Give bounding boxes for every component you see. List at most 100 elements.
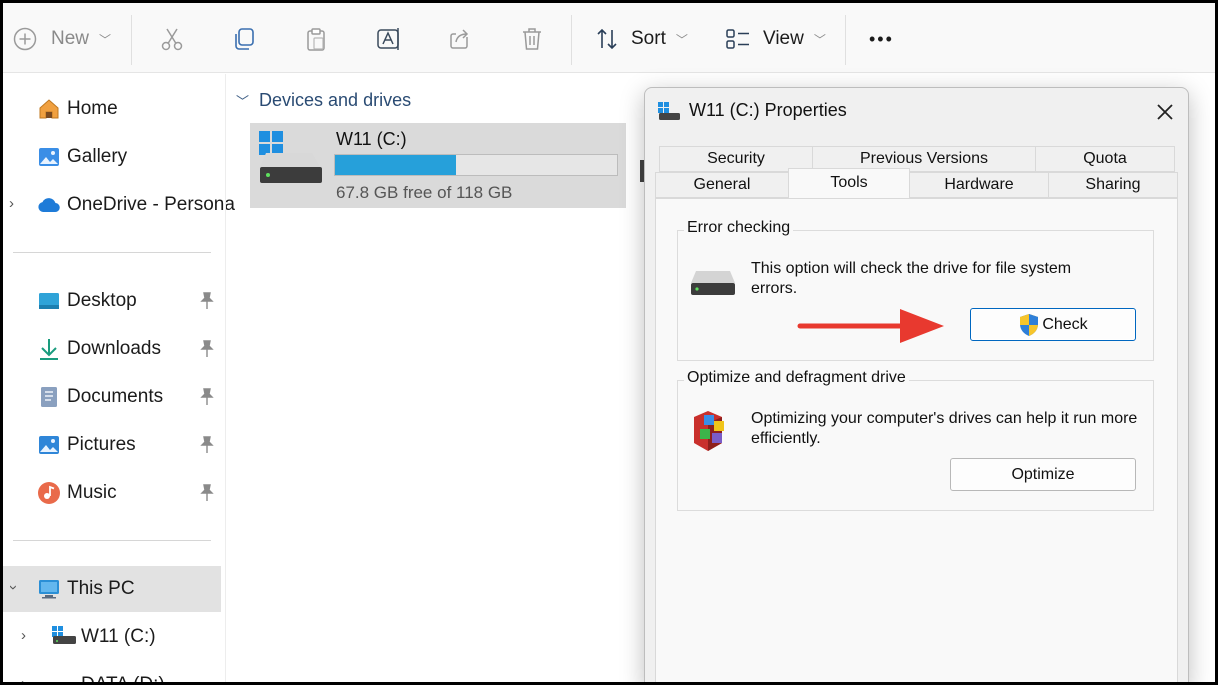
pin-icon[interactable] <box>199 388 215 406</box>
nav-label: Pictures <box>67 434 136 455</box>
optimize-description: Optimizing your computer's drives can he… <box>751 410 1138 447</box>
nav-label: W11 (C:) <box>81 626 156 647</box>
navigation-pane: Home Gallery › OneDrive - Persona Deskto… <box>3 74 235 682</box>
nav-item-music[interactable]: Music <box>3 470 221 516</box>
chevron-right-icon[interactable]: › <box>9 195 14 212</box>
new-label: New <box>51 28 90 49</box>
drive-tile-w11[interactable]: W11 (C:) 67.8 GB free of 118 GB <box>250 123 626 208</box>
scissors-icon <box>161 28 183 51</box>
command-bar: New ﹀ Sort ﹀ View ﹀ ••• <box>3 3 1215 73</box>
document-icon <box>41 387 57 407</box>
chevron-down-icon[interactable]: › <box>5 585 22 590</box>
optimize-group: Optimize and defragment drive Optimizing… <box>677 369 1154 511</box>
tools-tab-panel: Error checking This option will check th… <box>655 198 1178 682</box>
nav-item-onedrive[interactable]: › OneDrive - Persona <box>3 182 235 228</box>
download-arrow-icon <box>40 339 58 360</box>
error-checking-title: Error checking <box>684 219 794 237</box>
chevron-down-icon: ﹀ <box>675 32 688 47</box>
music-icon <box>38 482 60 504</box>
chevron-down-icon: ﹀ <box>236 94 250 109</box>
rename-icon <box>377 28 399 50</box>
error-checking-description: This option will check the drive for fil… <box>751 260 1072 297</box>
drive-name: W11 (C:) <box>336 129 407 149</box>
optimize-title: Optimize and defragment drive <box>684 369 909 387</box>
copy-button[interactable] <box>231 21 257 57</box>
tab-general[interactable]: General <box>655 172 789 198</box>
nav-label: Downloads <box>67 338 161 359</box>
home-icon <box>39 99 59 119</box>
tab-tools[interactable]: Tools <box>788 168 910 198</box>
pin-icon[interactable] <box>199 340 215 358</box>
file-explorer-window: New ﹀ Sort ﹀ View ﹀ ••• Home Gallery › O… <box>3 3 1215 682</box>
more-options-button[interactable]: ••• <box>869 21 894 57</box>
drive-icon <box>51 674 77 682</box>
nav-item-home[interactable]: Home <box>3 86 221 132</box>
nav-item-data-drive[interactable]: › DATA (D:) <box>3 662 221 682</box>
clipboard-icon <box>307 28 325 51</box>
chevron-right-icon[interactable]: › <box>21 675 26 682</box>
desktop-icon <box>39 293 59 309</box>
check-label: Check <box>1042 315 1088 333</box>
nav-divider <box>13 252 211 253</box>
tab-label: General <box>693 176 751 193</box>
sort-arrows-icon <box>597 28 617 50</box>
pin-icon[interactable] <box>199 292 215 310</box>
properties-dialog: W11 (C:) Properties Security Previous Ve… <box>644 87 1189 682</box>
windows-drive-icon <box>658 102 680 120</box>
optimize-label: Optimize <box>1011 465 1075 483</box>
computer-icon <box>39 580 59 599</box>
group-title: Devices and drives <box>259 90 412 110</box>
drive-icon <box>691 271 735 295</box>
delete-button[interactable] <box>519 21 545 57</box>
copy-icon <box>235 28 254 50</box>
tab-label: Hardware <box>944 176 1014 193</box>
tab-label: Quota <box>1083 150 1127 167</box>
new-button[interactable]: New ﹀ <box>13 21 111 57</box>
uac-shield-icon <box>1020 313 1039 336</box>
optimize-button[interactable]: Optimize <box>950 458 1136 491</box>
nav-item-pictures[interactable]: Pictures <box>3 422 221 468</box>
tab-hardware[interactable]: Hardware <box>909 172 1049 198</box>
share-icon <box>450 29 469 49</box>
view-button[interactable]: View ﹀ <box>725 21 826 57</box>
annotation-arrow-icon <box>797 309 944 343</box>
rename-button[interactable] <box>375 21 403 57</box>
nav-item-desktop[interactable]: Desktop <box>3 278 221 324</box>
windows-drive-icon <box>52 626 76 644</box>
close-icon[interactable] <box>1151 98 1179 126</box>
chevron-right-icon[interactable]: › <box>21 627 26 644</box>
toolbar-divider <box>571 15 572 65</box>
defrag-blocks-icon <box>694 411 724 451</box>
check-button[interactable]: Check <box>970 308 1136 341</box>
nav-item-this-pc[interactable]: › This PC <box>3 566 221 612</box>
tab-quota[interactable]: Quota <box>1035 146 1175 172</box>
cut-button[interactable] <box>159 21 185 57</box>
drive-free-space: 67.8 GB free of 118 GB <box>336 183 513 202</box>
tab-label: Sharing <box>1085 176 1141 193</box>
group-header[interactable]: ﹀ Devices and drives <box>236 90 411 111</box>
nav-label: Gallery <box>67 146 128 167</box>
nav-item-w11-drive[interactable]: › W11 (C:) <box>3 614 221 660</box>
sort-button[interactable]: Sort ﹀ <box>595 21 688 57</box>
nav-divider <box>13 540 211 541</box>
pin-icon[interactable] <box>199 484 215 502</box>
tab-sharing[interactable]: Sharing <box>1048 172 1178 198</box>
drive-usage-fill <box>335 155 457 175</box>
nav-item-documents[interactable]: Documents <box>3 374 221 420</box>
nav-item-downloads[interactable]: Downloads <box>3 326 221 372</box>
nav-label: Documents <box>67 386 164 407</box>
dialog-title: W11 (C:) Properties <box>689 100 847 120</box>
nav-label: Music <box>67 482 117 503</box>
onedrive-cloud-icon <box>38 198 60 213</box>
nav-item-gallery[interactable]: Gallery <box>3 134 221 180</box>
pin-icon[interactable] <box>199 436 215 454</box>
pictures-icon <box>39 436 59 454</box>
share-button[interactable] <box>447 21 473 57</box>
sort-label: Sort <box>631 28 666 49</box>
gallery-icon <box>39 148 59 166</box>
more-icon: ••• <box>869 28 894 49</box>
plus-circle-icon <box>13 27 37 51</box>
windows-drive-icon <box>259 131 322 183</box>
paste-button[interactable] <box>303 21 329 57</box>
nav-label: Home <box>67 98 118 119</box>
